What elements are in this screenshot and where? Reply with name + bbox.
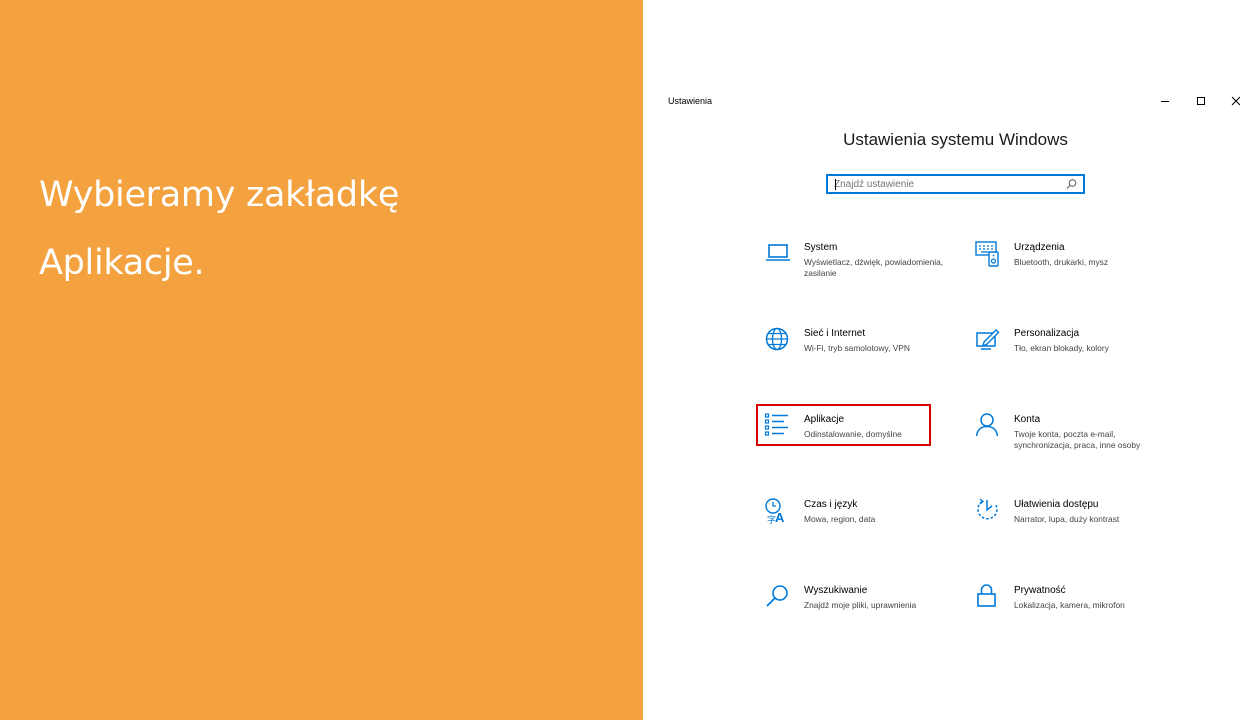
tile-title: Prywatność	[1014, 585, 1066, 596]
tile-system[interactable]: System Wyświetlacz, dźwięk, powiadomieni…	[764, 240, 950, 296]
tile-personalization[interactable]: Personalizacja Tło, ekran blokady, kolor…	[974, 326, 1160, 382]
tile-time-language[interactable]: A 字 Czas i język Mowa, region, data	[764, 497, 950, 553]
personalization-icon	[976, 329, 1000, 350]
tile-description: Lokalizacja, kamera, mikrofon	[1014, 600, 1125, 610]
tile-title: Urządzenia	[1014, 242, 1065, 253]
globe-icon	[765, 327, 789, 351]
close-icon	[1231, 96, 1240, 106]
tile-network[interactable]: Sieć i Internet Wi-Fi, tryb samolotowy, …	[764, 326, 950, 382]
tile-description: Wyświetlacz, dźwięk, powiadomienia, zasi…	[804, 257, 944, 278]
svg-text:A: A	[775, 510, 785, 525]
ease-of-access-icon	[977, 498, 998, 520]
search-input[interactable]	[834, 176, 1059, 192]
tile-accounts[interactable]: Konta Twoje konta, poczta e-mail, synchr…	[974, 412, 1160, 468]
tile-ease-of-access[interactable]: Ułatwienia dostępu Narrator, lupa, duży …	[974, 497, 1160, 553]
tile-title: System	[804, 242, 838, 253]
tile-description: Wi-Fi, tryb samolotowy, VPN	[804, 343, 910, 353]
tile-description: Twoje konta, poczta e-mail, synchronizac…	[1014, 429, 1141, 450]
tile-title: Konta	[1014, 414, 1041, 425]
slide-heading-line1: Wybieramy zakładkę	[39, 175, 400, 215]
search-icon	[766, 585, 788, 607]
window-title: Ustawienia	[668, 96, 713, 106]
tile-title: Wyszukiwanie	[804, 585, 868, 596]
devices-icon	[975, 241, 999, 267]
text-caret	[835, 179, 836, 190]
tile-privacy[interactable]: Prywatność Lokalizacja, kamera, mikrofon	[974, 583, 1160, 639]
tile-devices[interactable]: Urządzenia Bluetooth, drukarki, mysz	[974, 240, 1160, 296]
laptop-icon	[766, 244, 790, 261]
lock-icon	[977, 584, 996, 607]
time-language-icon: A 字	[765, 498, 785, 525]
minimize-icon	[1161, 101, 1169, 102]
settings-window: Ustawienia Ustawienia systemu Windows Sy…	[643, 0, 1240, 720]
maximize-icon	[1197, 97, 1205, 105]
minimize-button[interactable]	[1155, 91, 1175, 111]
tile-description: Tło, ekran blokady, kolory	[1014, 343, 1109, 353]
tile-description: Bluetooth, drukarki, mysz	[1014, 257, 1109, 267]
highlight-box-apps	[756, 404, 931, 446]
slide-heading-line2: Aplikacje.	[39, 243, 205, 283]
tile-search[interactable]: Wyszukiwanie Znajdź moje pliki, uprawnie…	[764, 583, 950, 639]
tile-description: Mowa, region, data	[804, 514, 876, 524]
tile-description: Znajdź moje pliki, uprawnienia	[804, 600, 917, 610]
tile-title: Personalizacja	[1014, 328, 1080, 339]
person-icon	[975, 413, 999, 437]
tile-title: Czas i język	[804, 499, 858, 510]
page-title: Ustawienia systemu Windows	[843, 130, 1068, 149]
tile-title: Ułatwienia dostępu	[1014, 499, 1099, 510]
close-button[interactable]	[1226, 91, 1240, 111]
svg-text:字: 字	[767, 514, 776, 525]
search-icon	[1066, 179, 1077, 189]
search-field[interactable]	[826, 174, 1085, 194]
slide-panel: Wybieramy zakładkę Aplikacje.	[0, 0, 643, 720]
tile-description: Narrator, lupa, duży kontrast	[1014, 514, 1120, 524]
maximize-button[interactable]	[1191, 91, 1211, 111]
tile-title: Sieć i Internet	[804, 328, 866, 339]
